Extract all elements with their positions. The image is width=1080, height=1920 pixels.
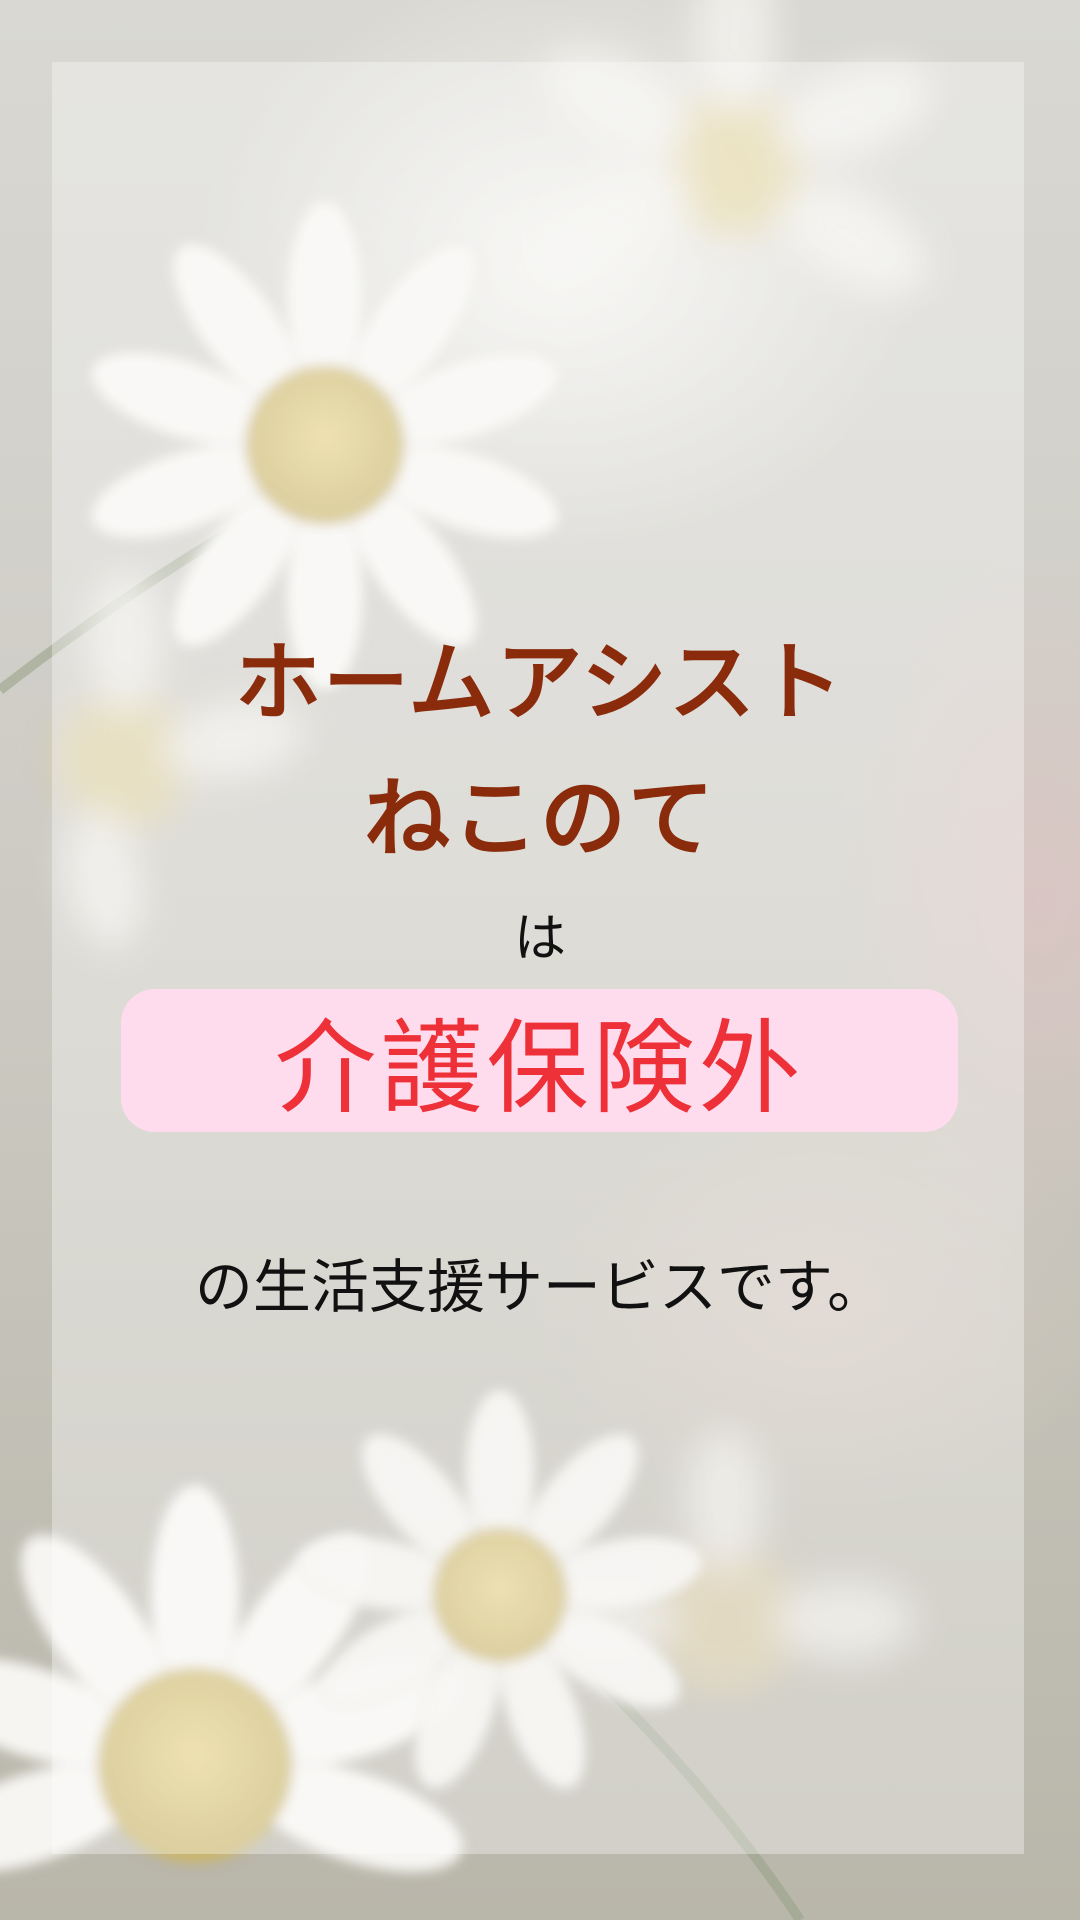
highlight-text: 介護保険外 (274, 1010, 805, 1129)
title-line-2: ねこのて (364, 769, 716, 869)
service-description: の生活支援サービスです。 (194, 1253, 886, 1321)
highlight-pill: 介護保険外 (121, 989, 958, 1132)
title-line-1: ホームアシスト (235, 633, 845, 733)
particle-text: は (513, 909, 566, 969)
